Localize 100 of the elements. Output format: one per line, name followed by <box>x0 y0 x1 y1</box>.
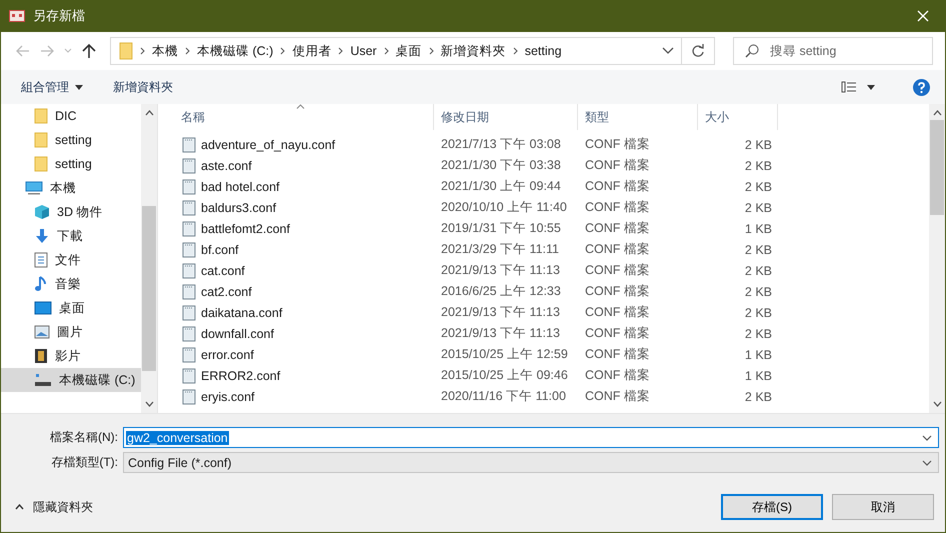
chevron-right-icon <box>280 47 286 55</box>
chevron-down-icon[interactable] <box>662 47 674 55</box>
table-cell: 1 KB <box>744 222 772 236</box>
table-cell: 2021/9/13 下午 11:13 <box>441 304 560 321</box>
close-icon[interactable] <box>917 10 929 22</box>
table-cell: 1 KB <box>744 348 772 362</box>
table-cell: CONF 檔案 <box>585 325 650 342</box>
file-name[interactable]: eryis.conf <box>201 390 254 404</box>
table-cell: 1 KB <box>744 368 772 382</box>
hide-folders-button[interactable]: 隱藏資料夾 <box>1 498 93 516</box>
file-icon <box>182 220 196 236</box>
view-options-icon[interactable] <box>841 81 857 93</box>
sidebar-item[interactable]: 影片 <box>1 344 141 368</box>
organize-menu-button[interactable]: 組合管理 <box>11 74 93 100</box>
breadcrumb[interactable]: 使用者 <box>292 42 332 60</box>
chevron-down-icon <box>922 434 932 440</box>
breadcrumb[interactable]: 桌面 <box>396 42 422 60</box>
file-name[interactable]: cat2.conf <box>201 284 252 298</box>
column-header[interactable]: 修改日期 <box>434 104 578 130</box>
breadcrumb[interactable]: 新增資料夾 <box>440 42 506 60</box>
table-cell: 2020/11/16 下午 11:00 <box>441 388 566 405</box>
chevron-up-icon <box>15 504 24 510</box>
file-type-dropdown[interactable]: Config File (*.conf) <box>123 452 939 473</box>
sidebar-item[interactable]: 音樂 <box>1 272 141 296</box>
column-header[interactable]: 類型 <box>578 104 698 130</box>
sidebar-item[interactable]: 本機 <box>1 176 141 200</box>
chevron-right-icon <box>512 47 518 55</box>
file-icon <box>182 368 196 384</box>
table-cell: 2 KB <box>744 158 772 172</box>
sidebar-item[interactable]: 下載 <box>1 224 141 248</box>
file-name[interactable]: ERROR2.conf <box>201 368 280 382</box>
file-name[interactable]: battlefomt2.conf <box>201 222 290 236</box>
sidebar-item[interactable]: setting <box>1 128 141 152</box>
folder-icon <box>34 108 48 124</box>
table-cell: 2 KB <box>744 138 772 152</box>
sidebar-item[interactable]: 3D 物件 <box>1 200 141 224</box>
file-icon <box>182 200 196 216</box>
cancel-button[interactable]: 取消 <box>832 494 934 520</box>
sidebar-item[interactable]: 桌面 <box>1 296 141 320</box>
chevron-right-icon <box>185 47 190 55</box>
search-field[interactable]: 搜尋 setting <box>733 37 933 65</box>
desktop-icon <box>34 301 52 315</box>
column-header[interactable]: 大小 <box>698 104 778 130</box>
chevron-down-icon[interactable] <box>932 401 942 407</box>
sidebar-item[interactable]: 本機磁碟 (C:) <box>1 368 141 392</box>
file-icon <box>182 326 196 342</box>
address-bar[interactable]: 本機 本機磁碟 (C:) 使用者 User 桌面 新增資料夾 setting <box>110 37 715 65</box>
file-name[interactable]: error.conf <box>201 348 254 362</box>
table-cell: CONF 檔案 <box>585 157 650 174</box>
table-cell: 2 KB <box>744 264 772 278</box>
save-button[interactable]: 存檔(S) <box>721 494 823 520</box>
file-name[interactable]: downfall.conf <box>201 326 274 340</box>
file-name[interactable]: bad hotel.conf <box>201 180 280 194</box>
chevron-down-icon[interactable] <box>144 401 154 407</box>
computer-monitor-icon <box>25 181 43 195</box>
table-cell: CONF 檔案 <box>585 199 650 216</box>
table-cell: 2 KB <box>744 180 772 194</box>
file-name[interactable]: daikatana.conf <box>201 306 282 320</box>
table-cell: CONF 檔案 <box>585 136 650 153</box>
filename-field[interactable]: gw2_conversation <box>123 427 939 448</box>
file-icon <box>182 158 196 174</box>
file-name[interactable]: bf.conf <box>201 242 239 256</box>
table-cell: 2016/6/25 上午 12:33 <box>441 283 561 300</box>
sidebar-item[interactable]: setting <box>1 152 141 176</box>
field-label: 檔案名稱(N): <box>49 429 119 446</box>
file-name[interactable]: cat.conf <box>201 264 245 278</box>
breadcrumb[interactable]: 本機 <box>152 42 178 60</box>
breadcrumb[interactable]: setting <box>524 44 562 58</box>
breadcrumb[interactable]: 本機磁碟 (C:) <box>197 42 274 60</box>
file-icon <box>182 262 196 278</box>
file-icon <box>182 346 196 362</box>
table-cell: 2021/1/30 上午 09:44 <box>441 178 561 195</box>
table-cell: 2 KB <box>744 200 772 214</box>
chevron-down-icon <box>922 460 932 466</box>
sidebar-item[interactable]: 圖片 <box>1 320 141 344</box>
file-name[interactable]: adventure_of_nayu.conf <box>201 138 336 152</box>
sidebar-item[interactable]: DIC <box>1 104 141 128</box>
table-cell: 2 KB <box>744 284 772 298</box>
sort-caret-icon <box>296 104 305 109</box>
film-icon <box>34 348 48 364</box>
sidebar-item[interactable]: 文件 <box>1 248 141 272</box>
file-name[interactable]: baldurs3.conf <box>201 200 276 214</box>
chevron-right-icon <box>384 47 389 55</box>
chevron-up-icon[interactable] <box>144 110 154 116</box>
file-name[interactable]: aste.conf <box>201 158 252 172</box>
table-cell: CONF 檔案 <box>585 220 650 237</box>
caret-icon[interactable] <box>867 84 875 90</box>
column-header[interactable]: 名稱 <box>174 104 434 130</box>
table-cell: 2021/9/13 下午 11:13 <box>441 262 560 279</box>
scrollbar[interactable] <box>141 104 157 413</box>
cube-icon <box>34 204 50 220</box>
chevron-up-icon[interactable] <box>932 110 942 116</box>
scrollbar[interactable] <box>929 104 945 413</box>
up-arrow-icon[interactable] <box>82 43 96 59</box>
breadcrumb[interactable]: User <box>350 44 377 58</box>
table-cell: 2021/9/13 下午 11:13 <box>441 325 560 342</box>
file-icon <box>182 178 196 194</box>
new-folder-button[interactable]: 新增資料夾 <box>103 74 183 100</box>
table-cell: CONF 檔案 <box>585 367 650 384</box>
help-icon[interactable] <box>913 78 930 96</box>
